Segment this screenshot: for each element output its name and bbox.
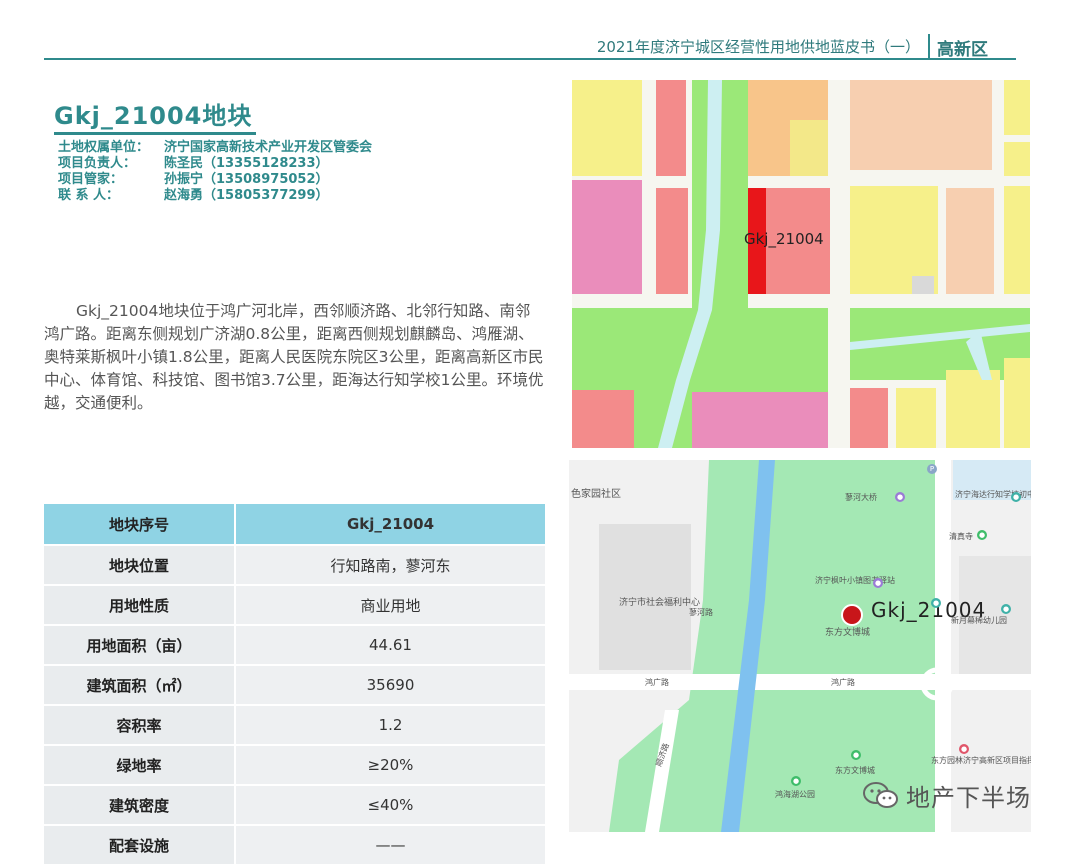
table-value: ≥20% (235, 745, 545, 786)
table-key: 用地面积（亩） (44, 625, 236, 666)
zoning-plan-map: Gkj_21004 (572, 80, 1030, 448)
info-value: 陈圣民（13355128233） (164, 156, 329, 171)
header-separator (928, 34, 930, 58)
info-value: 济宁国家高新技术产业开发区管委会 (164, 140, 373, 155)
table-value: 35690 (235, 665, 545, 706)
table-key: 绿地率 (44, 745, 236, 786)
poi-school: 济宁海达行知学校初中楼 (955, 490, 1031, 499)
table-header-row: 地块序号 Gkj_21004 (44, 504, 545, 546)
info-row-steward: 项目管家： 孙振宁（13508975052） (58, 172, 372, 188)
info-label: 项目负责人： (58, 156, 137, 171)
table-key: 建筑面积（㎡） (44, 665, 236, 706)
table-header-key: 地块序号 (44, 504, 236, 546)
table-header-value: Gkj_21004 (235, 504, 545, 546)
plot-property-table: 地块序号 Gkj_21004 地块位置 行知路南，蓼河东 用地性质 商业用地 用… (44, 504, 545, 866)
poi-honggang-road-west: 鸿广路 (645, 678, 669, 687)
table-row: 用地性质 商业用地 (44, 585, 545, 626)
info-label: 联 系 人： (58, 188, 120, 203)
table-key: 容积率 (44, 705, 236, 746)
poi-community: 色家园社区 (571, 489, 621, 500)
place-icon: ● (959, 744, 969, 754)
place-icon: ● (895, 492, 905, 502)
header-title: 2021年度济宁城区经营性用地供地蓝皮书（一） (596, 38, 920, 56)
info-row-contact: 联 系 人： 赵海勇（15805377299） (58, 188, 372, 204)
header-divider (44, 58, 1016, 60)
table-key: 配套设施 (44, 825, 236, 866)
info-row-manager: 项目负责人： 陈圣民（13355128233） (58, 156, 372, 172)
table-row: 地块位置 行知路南，蓼河东 (44, 545, 545, 586)
location-map: Gkj_21004 色家园社区 济宁市社会福利中心 蓼河路 鸿广路 鸿广路 东方… (569, 460, 1031, 832)
table-row: 绿地率 ≥20% (44, 745, 545, 786)
school-icon: ● (1001, 604, 1011, 614)
table-key: 地块位置 (44, 545, 236, 586)
poi-garden-hq: 东方园林济宁高新区项目指挥部 (931, 756, 1031, 765)
table-value: —— (235, 825, 545, 866)
poi-maple-town: 济宁枫叶小镇图书驿站 (815, 576, 895, 585)
poi-liao-bridge: 蓼河大桥 (845, 493, 877, 502)
table-row: 用地面积（亩） 44.61 (44, 625, 545, 666)
table-key: 用地性质 (44, 585, 236, 626)
table-row: 建筑密度 ≤40% (44, 785, 545, 826)
header-district: 高新区 (937, 40, 988, 60)
info-row-owner: 土地权属单位： 济宁国家高新技术产业开发区管委会 (58, 140, 372, 156)
location-map-svg (569, 460, 1031, 832)
park-icon: ● (791, 776, 801, 786)
poi-oriental-expo: 东方文博城 (825, 628, 871, 638)
zoning-plan-svg (572, 80, 1030, 448)
plot-description: Gkj_21004地块位于鸿广河北岸，西邻顺济路、北邻行知路、南邻鸿广路。距离东… (44, 302, 544, 412)
poi-oriental-expo-2: 东方文博城 (835, 766, 875, 775)
poi-welfare-center: 济宁市社会福利中心 (619, 598, 701, 608)
place-icon: ● (851, 750, 861, 760)
table-row: 配套设施 —— (44, 825, 545, 866)
table-value: ≤40% (235, 785, 545, 826)
parking-icon: P (927, 464, 937, 474)
table-key: 建筑密度 (44, 785, 236, 826)
table-value: 44.61 (235, 625, 545, 666)
poi-kindergarten: 新月幕稀幼儿园 (951, 616, 1007, 625)
table-value: 行知路南，蓼河东 (235, 545, 545, 586)
info-label: 项目管家： (58, 172, 124, 187)
school-icon: ● (1011, 492, 1021, 502)
place-icon: ● (873, 578, 883, 588)
poi-honggang-road-east: 鸿广路 (831, 678, 855, 687)
watermark: 地产下半场 (862, 778, 1031, 813)
plot-location-marker (841, 604, 863, 626)
place-icon: ● (977, 530, 987, 540)
poi-liao-river-road: 蓼河路 (689, 608, 713, 617)
planning-map-plot-label: Gkj_21004 (744, 230, 824, 248)
ownership-info: 土地权属单位： 济宁国家高新技术产业开发区管委会 项目负责人： 陈圣民（1335… (58, 140, 372, 204)
table-value: 商业用地 (235, 585, 545, 626)
plot-title: Gkj_21004地块 (54, 102, 253, 130)
info-value: 赵海勇（15805377299） (164, 188, 329, 203)
table-value: 1.2 (235, 705, 545, 746)
school-icon: ● (931, 598, 941, 608)
table-row: 容积率 1.2 (44, 705, 545, 746)
poi-honghai-park: 鸿海湖公园 (775, 790, 815, 799)
info-value: 孙振宁（13508975052） (164, 172, 329, 187)
info-label: 土地权属单位： (58, 140, 150, 155)
wechat-icon (862, 781, 900, 811)
table-row: 建筑面积（㎡） 35690 (44, 665, 545, 706)
watermark-text: 地产下半场 (906, 784, 1031, 812)
poi-mosque: 清真寺 (949, 532, 973, 541)
plot-title-underline (54, 132, 256, 135)
